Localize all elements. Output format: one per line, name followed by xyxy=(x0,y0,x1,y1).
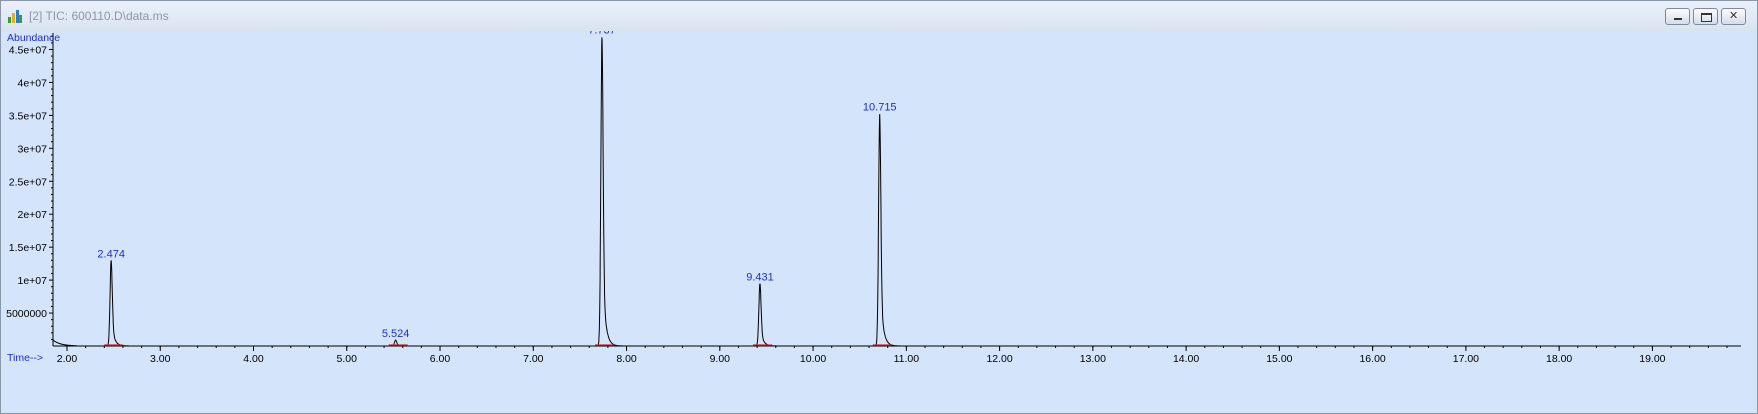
y-tick-label: 1e+07 xyxy=(18,275,48,287)
close-button[interactable]: ✕ xyxy=(1721,8,1746,25)
x-tick-label: 13.00 xyxy=(1080,353,1106,365)
window-title: [2] TIC: 600110.D\data.ms xyxy=(29,9,169,23)
x-tick-label: 11.00 xyxy=(894,353,920,365)
y-tick-label: 2.5e+07 xyxy=(9,176,47,188)
chromatogram-window: [2] TIC: 600110.D\data.ms ✕ 5000000 1e+07… xyxy=(0,0,1758,414)
x-tick-label: 9.00 xyxy=(710,353,731,365)
peak-label: 2.474 xyxy=(97,248,125,260)
y-tick-label: 1.5e+07 xyxy=(9,242,47,254)
y-axis-title: Abundance xyxy=(7,32,60,44)
x-tick-label: 17.00 xyxy=(1453,353,1479,365)
restore-icon xyxy=(1701,13,1712,22)
x-tick-label: 14.00 xyxy=(1173,353,1199,365)
x-tick-label: 16.00 xyxy=(1359,353,1385,365)
chromatogram-app-icon xyxy=(8,10,22,23)
y-tick-label: 5000000 xyxy=(6,308,47,320)
peak-label: 5.524 xyxy=(382,328,410,340)
minimize-button[interactable] xyxy=(1665,8,1690,25)
x-tick-label: 15.00 xyxy=(1266,353,1292,365)
peak-label: 10.715 xyxy=(863,101,897,113)
peak-label: 7.737 xyxy=(588,31,616,36)
chromatogram-plot-area[interactable]: 5000000 1e+07 1.5e+07 2e+07 2.5e+07 3e+07 3.5e… xyxy=(1,31,1757,413)
x-tick-label: 10.00 xyxy=(800,353,826,365)
y-tick-label: 4.5e+07 xyxy=(9,44,47,56)
x-tick-label: 18.00 xyxy=(1546,353,1572,365)
y-tick-label: 4e+07 xyxy=(18,77,48,89)
x-tick-label: 5.00 xyxy=(337,353,358,365)
x-tick-label: 7.00 xyxy=(523,353,544,365)
x-tick-label: 19.00 xyxy=(1639,353,1665,365)
x-tick-label: 3.00 xyxy=(150,353,171,365)
x-tick-label: 2.00 xyxy=(57,353,78,365)
y-tick-label: 3e+07 xyxy=(18,143,48,155)
x-tick-label: 6.00 xyxy=(430,353,451,365)
restore-button[interactable] xyxy=(1693,8,1718,25)
close-icon: ✕ xyxy=(1729,10,1739,22)
peak-label: 9.431 xyxy=(746,271,774,283)
x-tick-label: 4.00 xyxy=(243,353,264,365)
x-axis-title: Time--> xyxy=(7,352,43,364)
x-tick-label: 12.00 xyxy=(986,353,1012,365)
chromatogram-chart[interactable]: 5000000 1e+07 1.5e+07 2e+07 2.5e+07 3e+07 3.5e… xyxy=(1,31,1757,413)
y-tick-label: 2e+07 xyxy=(18,209,48,221)
x-tick-label: 8.00 xyxy=(616,353,637,365)
y-tick-label: 3.5e+07 xyxy=(9,110,47,122)
minimize-icon xyxy=(1674,18,1682,20)
window-titlebar[interactable]: [2] TIC: 600110.D\data.ms ✕ xyxy=(1,1,1757,32)
plot-background xyxy=(1,31,1757,413)
